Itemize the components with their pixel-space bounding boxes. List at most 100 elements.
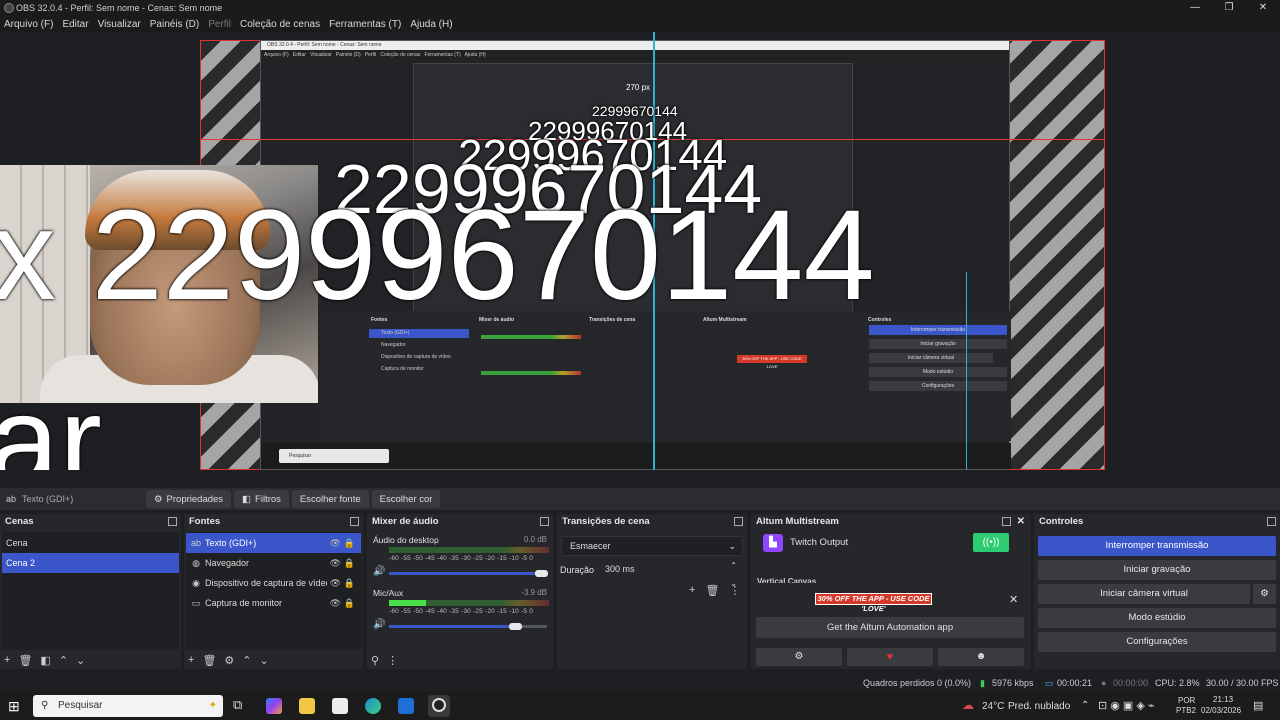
lock-icon[interactable]: 🔒 bbox=[344, 553, 355, 573]
duration-input[interactable]: 300 ms ⌃ ⌄ bbox=[597, 560, 743, 588]
virtual-camera-settings-button[interactable]: ⚙ bbox=[1253, 584, 1276, 604]
promo-banner[interactable]: 30% OFF THE APP - USE CODE 'LOVE' bbox=[815, 593, 932, 613]
choose-font-button[interactable]: Escolher fonte bbox=[291, 490, 369, 508]
clock-time[interactable]: 21:13 bbox=[1213, 695, 1233, 704]
snap-guide-vertical bbox=[966, 272, 967, 470]
eye-icon[interactable]: 👁 bbox=[330, 553, 341, 573]
menu-dots-icon[interactable]: ⋮ bbox=[387, 654, 398, 667]
language[interactable]: POR bbox=[1178, 696, 1195, 705]
volume-slider[interactable] bbox=[389, 625, 517, 628]
task-view-icon[interactable]: ⧉ bbox=[233, 697, 242, 713]
filter-icon[interactable]: ◧ bbox=[40, 654, 50, 667]
settings-button[interactable]: ⚙ bbox=[756, 648, 842, 666]
speaker-icon[interactable]: 🔊 bbox=[373, 619, 385, 630]
mail-icon[interactable] bbox=[398, 698, 414, 714]
weather-icon: ☁ bbox=[962, 698, 974, 712]
volume-knob[interactable] bbox=[535, 570, 548, 577]
add-icon[interactable]: + bbox=[689, 584, 695, 597]
nested-source: Dispositivo de captura de vídeo bbox=[381, 354, 451, 360]
sources-dock: Fontes ab Texto (GDI+) 👁 🔒 ◍ Navegador 👁 🔒 ◉ Di… bbox=[184, 514, 363, 669]
bitrate: 5976 kbps bbox=[992, 678, 1034, 688]
overlay-text-main[interactable]: x 22999670144 bbox=[0, 192, 875, 320]
overlay-text-bottom[interactable]: ar bbox=[0, 378, 102, 471]
undock-icon[interactable] bbox=[734, 517, 743, 526]
eye-icon[interactable]: 👁 bbox=[330, 573, 341, 593]
transition-select[interactable]: Esmaecer ⌄ bbox=[561, 536, 743, 556]
undock-icon[interactable] bbox=[1267, 517, 1276, 526]
scene-item-selected[interactable]: Cena 2 bbox=[2, 553, 179, 573]
close-icon[interactable]: ✕ bbox=[1017, 514, 1025, 530]
filter-icon: ◧ bbox=[242, 493, 252, 505]
monitor-icon: ▭ bbox=[191, 598, 201, 608]
lock-icon[interactable]: 🔒 bbox=[344, 593, 355, 613]
close-icon[interactable]: ✕ bbox=[1009, 593, 1018, 606]
taskbar-search[interactable]: ⚲ Pesquisar ✦ bbox=[33, 695, 223, 717]
undock-icon[interactable] bbox=[1002, 517, 1011, 526]
discord-button[interactable]: ☻ bbox=[938, 648, 1024, 666]
clock-date[interactable]: 02/03/2026 bbox=[1201, 706, 1241, 715]
source-item[interactable]: ▭ Captura de monitor 👁 🔒 bbox=[186, 593, 361, 613]
chevron-up-icon[interactable]: ⌃ bbox=[1081, 700, 1089, 711]
scene-item[interactable]: Cena bbox=[2, 533, 179, 553]
volume-slider[interactable] bbox=[389, 572, 541, 575]
heart-button[interactable]: ♥ bbox=[847, 648, 933, 666]
eye-icon[interactable]: 👁 bbox=[330, 593, 341, 613]
properties-button[interactable]: ⚙ Propriedades bbox=[146, 490, 232, 508]
notification-icon[interactable]: ▤ bbox=[1253, 699, 1263, 712]
tray-icons[interactable]: ⊡ ◉ ▣ ◈ ⌁ bbox=[1098, 699, 1155, 712]
menu-arquivo[interactable]: Arquivo (F) bbox=[4, 19, 53, 30]
menu-colecao-cenas[interactable]: Coleção de cenas bbox=[240, 19, 320, 30]
add-icon[interactable]: + bbox=[188, 654, 194, 666]
eye-icon[interactable]: 👁 bbox=[330, 533, 341, 553]
menu-visualizar[interactable]: Visualizar bbox=[98, 19, 141, 30]
trash-icon[interactable]: 🗑 bbox=[202, 654, 216, 667]
trash-icon[interactable]: 🗑 bbox=[18, 654, 32, 667]
filters-button[interactable]: ◧ Filtros bbox=[234, 490, 289, 508]
settings-button[interactable]: Configurações bbox=[1038, 632, 1276, 652]
volume-knob[interactable] bbox=[509, 623, 522, 630]
arrow-up-icon[interactable]: ⌃ bbox=[59, 654, 68, 667]
trash-icon[interactable]: 🗑 bbox=[705, 584, 719, 597]
studio-mode-button[interactable]: Modo estúdio bbox=[1038, 608, 1276, 628]
menu-paineis[interactable]: Painéis (D) bbox=[150, 19, 199, 30]
menu-perfil[interactable]: Perfil bbox=[208, 19, 231, 30]
source-item[interactable]: ◉ Dispositivo de captura de vídeo 👁 🔒 bbox=[186, 573, 361, 593]
link-icon[interactable]: ⚲ bbox=[371, 654, 379, 667]
speaker-icon[interactable]: 🔊 bbox=[373, 566, 385, 577]
stop-stream-button[interactable]: Interromper transmissão bbox=[1038, 536, 1276, 556]
menu-ferramentas[interactable]: Ferramentas (T) bbox=[329, 19, 401, 30]
menu-dots-icon[interactable]: ⋮ bbox=[729, 584, 740, 597]
preview-canvas[interactable]: OBS 32.0.4 - Perfil: Sem nome - Cenas: S… bbox=[0, 32, 1280, 470]
source-item[interactable]: ◍ Navegador 👁 🔒 bbox=[186, 553, 361, 573]
minimize-button[interactable]: — bbox=[1178, 0, 1212, 16]
lock-icon[interactable]: 🔒 bbox=[344, 533, 355, 553]
menu-editar[interactable]: Editar bbox=[62, 19, 88, 30]
undock-icon[interactable] bbox=[350, 517, 359, 526]
menu-ajuda[interactable]: Ajuda (H) bbox=[410, 19, 452, 30]
live-broadcast-icon[interactable]: ((•)) bbox=[973, 533, 1009, 552]
gear-icon[interactable]: ⚙ bbox=[224, 654, 234, 667]
weather-desc: Pred. nublado bbox=[1008, 701, 1071, 712]
copilot-icon[interactable] bbox=[266, 698, 282, 714]
close-button[interactable]: ✕ bbox=[1246, 0, 1280, 16]
get-app-button[interactable]: Get the Altum Automation app bbox=[756, 617, 1024, 638]
file-explorer-icon[interactable] bbox=[299, 698, 315, 714]
windows-start-icon[interactable]: ⊞ bbox=[8, 698, 20, 715]
choose-color-button[interactable]: Escolher cor bbox=[371, 490, 441, 508]
arrow-down-icon[interactable]: ⌄ bbox=[76, 654, 85, 667]
source-item-selected[interactable]: ab Texto (GDI+) 👁 🔒 bbox=[186, 533, 361, 553]
add-icon[interactable]: + bbox=[4, 654, 10, 666]
multistream-title: Altum Multistream bbox=[756, 516, 839, 527]
lock-icon[interactable]: 🔒 bbox=[344, 573, 355, 593]
obs-taskbar-icon[interactable] bbox=[428, 695, 450, 717]
start-virtual-camera-button[interactable]: Iniciar câmera virtual bbox=[1038, 584, 1250, 604]
keyboard-layout[interactable]: PTB2 bbox=[1176, 706, 1196, 715]
undock-icon[interactable] bbox=[540, 517, 549, 526]
arrow-up-icon[interactable]: ⌃ bbox=[242, 654, 251, 667]
maximize-button[interactable]: ❐ bbox=[1212, 0, 1246, 16]
start-recording-button[interactable]: Iniciar gravação bbox=[1038, 560, 1276, 580]
store-icon[interactable] bbox=[332, 698, 348, 714]
edge-icon[interactable] bbox=[365, 698, 381, 714]
undock-icon[interactable] bbox=[168, 517, 177, 526]
arrow-down-icon[interactable]: ⌄ bbox=[260, 654, 269, 667]
